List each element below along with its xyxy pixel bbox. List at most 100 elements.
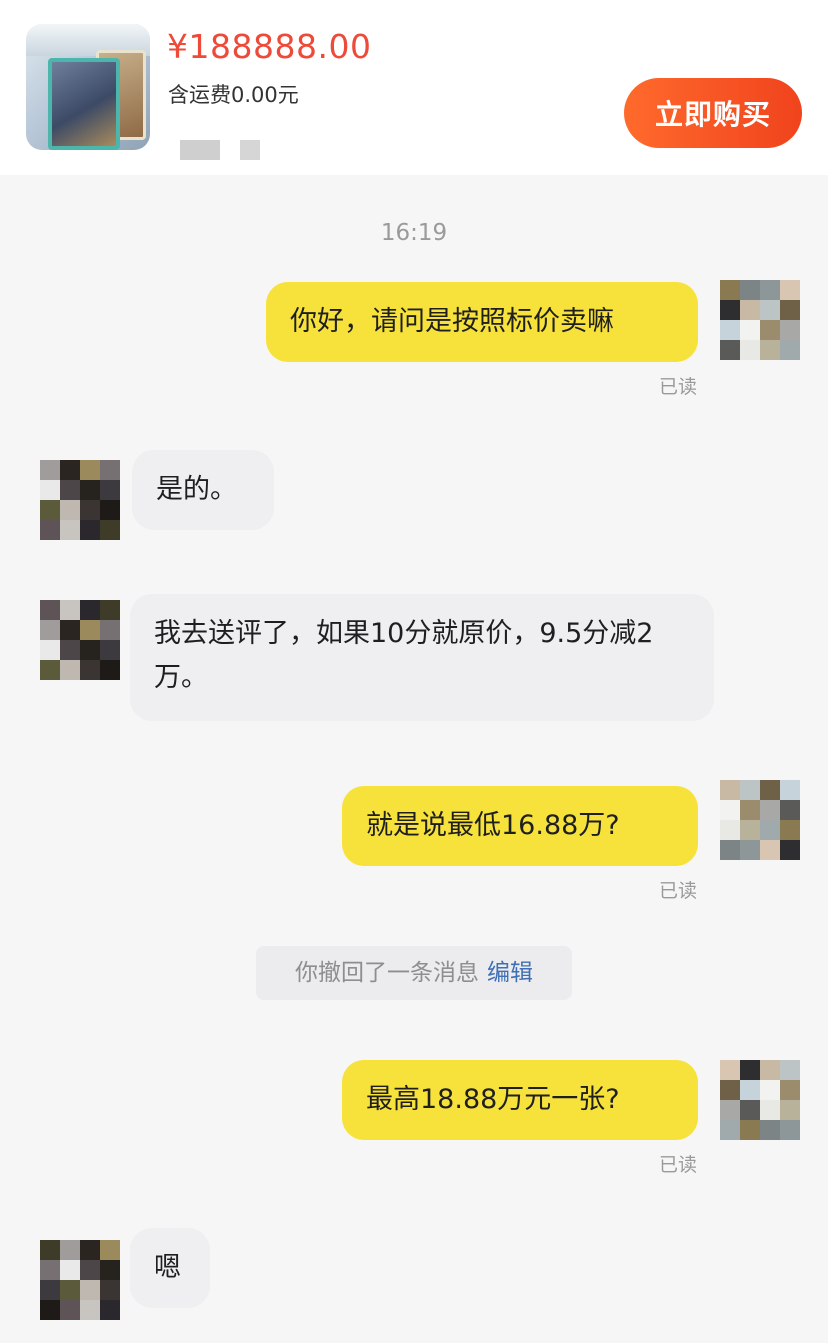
avatar-pixel: [780, 1060, 800, 1080]
avatar-pixel: [100, 520, 120, 540]
avatar-pixel: [80, 480, 100, 500]
avatar-pixel: [80, 620, 100, 640]
avatar-pixel: [60, 620, 80, 640]
seller-avatar[interactable]: [40, 600, 120, 680]
incoming-message-bubble[interactable]: 是的。: [132, 450, 274, 530]
self-avatar[interactable]: [720, 280, 800, 360]
avatar-pixel: [60, 600, 80, 620]
avatar-pixel: [740, 820, 760, 840]
shipping-fee: 含运费0.00元: [168, 83, 299, 107]
buy-now-button[interactable]: 立即购买: [624, 78, 802, 148]
avatar-pixel: [60, 1280, 80, 1300]
avatar-pixel: [80, 600, 100, 620]
avatar-pixel: [40, 500, 60, 520]
avatar-pixel: [80, 520, 100, 540]
avatar-pixel: [780, 800, 800, 820]
seller-avatar[interactable]: [40, 1240, 120, 1320]
avatar-pixel: [720, 280, 740, 300]
outgoing-message-bubble[interactable]: 就是说最低16.88万?: [342, 786, 698, 866]
avatar-pixel: [100, 1260, 120, 1280]
avatar-pixel: [60, 460, 80, 480]
avatar-pixel: [80, 640, 100, 660]
avatar-pixel: [40, 600, 60, 620]
avatar-pixel: [780, 840, 800, 860]
product-price: ¥188888.00: [167, 27, 372, 66]
avatar-pixel: [740, 300, 760, 320]
avatar-pixel: [80, 1260, 100, 1280]
avatar-pixel: [740, 1060, 760, 1080]
avatar-pixel: [740, 800, 760, 820]
avatar-pixel: [740, 1120, 760, 1140]
avatar-pixel: [760, 1120, 780, 1140]
avatar-pixel: [740, 1100, 760, 1120]
avatar-pixel: [100, 660, 120, 680]
avatar-pixel: [780, 780, 800, 800]
read-receipt: 已读: [658, 376, 697, 398]
avatar-pixel: [780, 1120, 800, 1140]
edit-recalled-link[interactable]: 编辑: [487, 960, 533, 986]
avatar-pixel: [740, 1080, 760, 1100]
seller-avatar[interactable]: [40, 460, 120, 540]
avatar-pixel: [740, 840, 760, 860]
avatar-pixel: [720, 300, 740, 320]
avatar-pixel: [720, 1120, 740, 1140]
avatar-pixel: [780, 820, 800, 840]
avatar-pixel: [780, 1080, 800, 1100]
outgoing-message-bubble[interactable]: 最高18.88万元一张?: [342, 1060, 698, 1140]
avatar-pixel: [780, 1100, 800, 1120]
avatar-pixel: [760, 300, 780, 320]
avatar-pixel: [60, 1260, 80, 1280]
avatar-pixel: [760, 820, 780, 840]
avatar-pixel: [80, 1300, 100, 1320]
avatar-pixel: [40, 480, 60, 500]
redacted-text: [240, 140, 260, 160]
self-avatar[interactable]: [720, 1060, 800, 1140]
avatar-pixel: [720, 1100, 740, 1120]
read-receipt: 已读: [658, 1154, 697, 1176]
incoming-message-bubble[interactable]: 嗯: [130, 1228, 210, 1308]
avatar-pixel: [80, 660, 100, 680]
redacted-text: [180, 140, 220, 160]
avatar-pixel: [40, 1300, 60, 1320]
product-header: ¥188888.00 含运费0.00元 立即购买: [0, 0, 828, 175]
avatar-pixel: [740, 780, 760, 800]
incoming-message-bubble[interactable]: 我去送评了，如果10分就原价，9.5分减2万。: [130, 594, 714, 721]
avatar-pixel: [60, 1300, 80, 1320]
message-timestamp: 16:19: [380, 220, 448, 246]
avatar-pixel: [720, 780, 740, 800]
avatar-pixel: [780, 340, 800, 360]
avatar-pixel: [100, 480, 120, 500]
self-avatar[interactable]: [720, 780, 800, 860]
outgoing-message-bubble[interactable]: 你好，请问是按照标价卖嘛: [266, 282, 698, 362]
avatar-pixel: [740, 280, 760, 300]
avatar-pixel: [720, 840, 740, 860]
thumbnail-card-front: [48, 58, 120, 150]
avatar-pixel: [100, 640, 120, 660]
avatar-pixel: [760, 800, 780, 820]
avatar-pixel: [720, 320, 740, 340]
avatar-pixel: [40, 640, 60, 660]
avatar-pixel: [40, 460, 60, 480]
avatar-pixel: [40, 620, 60, 640]
avatar-pixel: [740, 340, 760, 360]
avatar-pixel: [80, 460, 100, 480]
avatar-pixel: [720, 800, 740, 820]
avatar-pixel: [720, 1080, 740, 1100]
avatar-pixel: [40, 660, 60, 680]
product-thumbnail[interactable]: [26, 24, 150, 150]
avatar-pixel: [40, 1280, 60, 1300]
avatar-pixel: [760, 280, 780, 300]
recall-notice-text: 你撤回了一条消息: [295, 960, 479, 986]
avatar-pixel: [100, 1300, 120, 1320]
avatar-pixel: [60, 1240, 80, 1260]
avatar-pixel: [780, 320, 800, 340]
avatar-pixel: [40, 520, 60, 540]
avatar-pixel: [760, 780, 780, 800]
chat-screen: ¥188888.00 含运费0.00元 立即购买 16:19 你好，请问是按照标…: [0, 0, 828, 1343]
avatar-pixel: [100, 1240, 120, 1260]
avatar-pixel: [100, 460, 120, 480]
avatar-pixel: [760, 1080, 780, 1100]
avatar-pixel: [80, 1240, 100, 1260]
avatar-pixel: [60, 520, 80, 540]
avatar-pixel: [60, 480, 80, 500]
